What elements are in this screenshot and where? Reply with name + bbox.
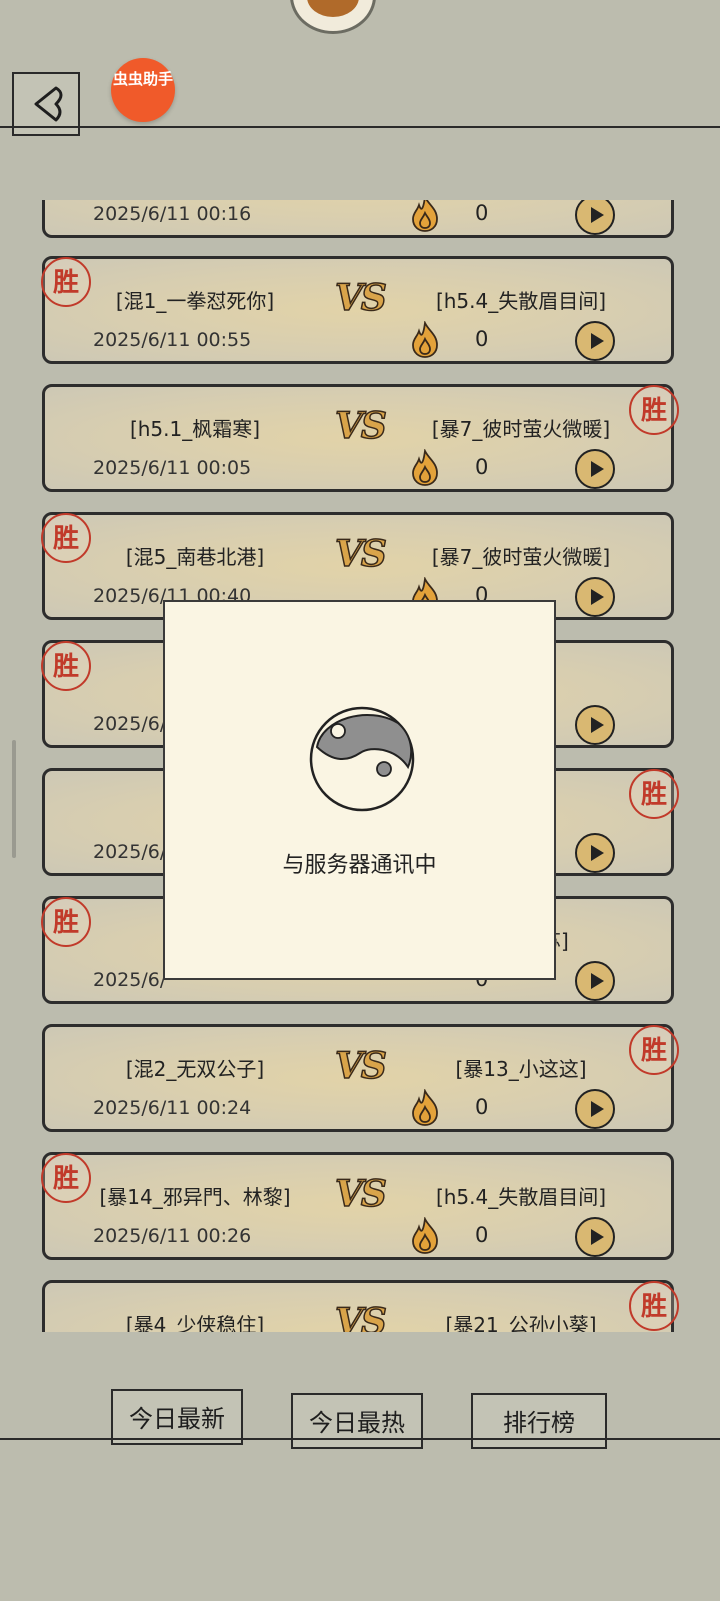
heat-count: 0 <box>475 1095 489 1119</box>
match-card[interactable]: [混2_无双公子] VS [暴13_小这这] 胜 2025/6/11 00:24… <box>42 1024 679 1132</box>
match-date: 2025/6/ <box>93 713 167 735</box>
right-player-name: [暴21_公孙小葵] <box>445 1313 597 1332</box>
winner-seal-icon: 胜 <box>629 1025 679 1075</box>
loading-dialog: 与服务器通讯中 <box>163 600 556 980</box>
winner-seal-icon: 胜 <box>629 1281 679 1331</box>
left-player-name: [混2_无双公子] <box>125 1057 265 1081</box>
tab-today-hottest[interactable]: 今日最热 <box>291 1393 423 1449</box>
header-divider <box>0 126 720 128</box>
right-player-name: [暴13_小这这] <box>455 1057 587 1081</box>
match-date: 2025/6/11 00:55 <box>93 329 252 351</box>
left-player-name: [暴4_少侠稳住] <box>125 1313 265 1332</box>
match-card[interactable]: [暴4_少侠稳住] VS [暴21_公孙小葵] 胜 <box>42 1280 679 1332</box>
bottom-divider <box>0 1438 720 1440</box>
match-card[interactable]: 胜 [混1_一拳怼死你] VS [h5.4_失散眉目间] 2025/6/11 0… <box>41 256 674 364</box>
heat-count: 0 <box>475 201 489 225</box>
winner-seal-icon: 胜 <box>629 385 679 435</box>
match-date: 2025/6/11 00:24 <box>93 1097 252 1119</box>
right-player-name: [暴7_彼时萤火微暖] <box>431 417 611 441</box>
yin-yang-icon <box>309 706 415 812</box>
bottom-tab-bar: 今日最新 今日最热 排行榜 <box>0 1332 720 1601</box>
avatar-face-icon <box>307 0 359 17</box>
helper-badge[interactable]: 虫虫助手 <box>111 58 175 122</box>
helper-badge-label: 虫虫助手 <box>112 70 173 88</box>
tab-leaderboard[interactable]: 排行榜 <box>471 1393 607 1449</box>
play-replay-button[interactable] <box>575 1089 615 1129</box>
right-player-name: [暴7_彼时萤火微暖] <box>431 545 611 569</box>
play-replay-button[interactable] <box>575 1217 615 1257</box>
right-player-name: [h5.4_失散眉目间] <box>435 1185 607 1209</box>
play-replay-button[interactable] <box>575 577 615 617</box>
match-date: 2025/6/11 00:16 <box>93 203 252 225</box>
loading-message: 与服务器通讯中 <box>282 853 437 878</box>
fire-icon <box>412 1217 438 1254</box>
fire-icon <box>412 1089 438 1126</box>
heat-count: 0 <box>475 327 489 351</box>
left-player-name: [暴14_邪异門、林黎] <box>99 1185 291 1209</box>
play-replay-button[interactable] <box>575 449 615 489</box>
fire-icon <box>412 200 438 232</box>
play-replay-button[interactable] <box>575 833 615 873</box>
play-replay-button[interactable] <box>575 961 615 1001</box>
fire-icon <box>412 449 438 486</box>
match-card[interactable]: 胜 [暴14_邪异門、林黎] VS [h5.4_失散眉目间] 2025/6/11… <box>41 1152 674 1260</box>
play-replay-button[interactable] <box>575 321 615 361</box>
top-avatar <box>290 0 376 34</box>
match-date: 2025/6/ <box>93 841 167 863</box>
left-player-name: [混1_一拳怼死你] <box>115 289 275 313</box>
play-replay-button[interactable] <box>575 200 615 235</box>
heat-count: 0 <box>475 1223 489 1247</box>
left-player-name: [h5.1_枫霜寒] <box>129 417 261 441</box>
right-player-name: [h5.4_失散眉目间] <box>435 289 607 313</box>
winner-seal-icon: 胜 <box>629 769 679 819</box>
match-date: 2025/6/ <box>93 969 167 991</box>
match-card[interactable]: [h5.1_枫霜寒] VS [暴7_彼时萤火微暖] 胜 2025/6/11 00… <box>42 384 679 492</box>
back-arrow-icon <box>34 86 63 122</box>
heat-count: 0 <box>475 455 489 479</box>
play-replay-button[interactable] <box>575 705 615 745</box>
match-card[interactable]: 2025/6/11 00:16 0 <box>42 200 674 238</box>
match-date: 2025/6/11 00:26 <box>93 1225 252 1247</box>
fire-icon <box>412 321 438 358</box>
match-date: 2025/6/11 00:05 <box>93 457 252 479</box>
left-player-name: [混5_南巷北港] <box>125 545 265 569</box>
tab-today-latest[interactable]: 今日最新 <box>111 1389 243 1445</box>
